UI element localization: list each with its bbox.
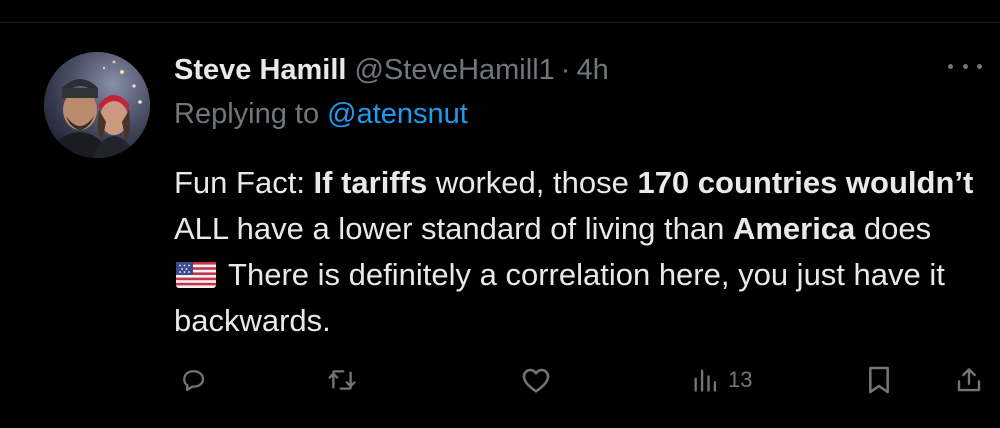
text-segment: does (855, 211, 932, 246)
avatar-photo (44, 52, 150, 158)
text-segment: worked, those (427, 165, 638, 200)
tweet-card: Steve Hamill @SteveHamill1 · 4h Replying… (0, 0, 1000, 428)
text-segment: ALL have a lower standard of living than (174, 211, 733, 246)
heart-icon (522, 368, 550, 393)
top-divider (0, 22, 1000, 23)
like-button[interactable] (520, 358, 552, 402)
views-chart-icon (694, 369, 717, 392)
share-button[interactable] (954, 358, 984, 402)
views-button[interactable]: 13 (690, 358, 752, 402)
bookmark-icon (869, 366, 889, 394)
retweet-icon (328, 370, 356, 390)
tweet-text: Fun Fact: If tariffs worked, those 170 c… (174, 160, 984, 344)
more-dot (948, 63, 953, 69)
avatar[interactable] (44, 52, 150, 158)
replying-to: Replying to @atensnut (174, 98, 468, 131)
more-options-icon[interactable] (948, 56, 982, 76)
reply-button[interactable] (178, 358, 208, 402)
share-icon (957, 368, 981, 392)
more-dot (977, 63, 982, 69)
retweet-button[interactable] (326, 358, 358, 402)
text-bold-segment: 170 countries wouldn’t (637, 165, 974, 200)
replying-to-label: Replying to (174, 98, 320, 130)
reply-icon (183, 370, 205, 392)
text-bold-segment: America (732, 211, 856, 246)
author-handle[interactable]: @SteveHamill1 (354, 54, 554, 87)
header-separator: · (560, 53, 571, 86)
text-segment: There is definitely a correlation here, … (174, 257, 945, 338)
us-flag-icon (176, 262, 216, 288)
views-count: 13 (728, 367, 753, 392)
bookmark-button[interactable] (864, 358, 894, 402)
tweet-timestamp[interactable]: 4h (576, 54, 608, 87)
tweet-header: Steve Hamill @SteveHamill1 · 4h (174, 50, 609, 90)
author-display-name[interactable]: Steve Hamill (174, 54, 346, 87)
more-dot (962, 63, 968, 69)
reply-mention-link[interactable]: @atensnut (327, 98, 468, 130)
text-bold-segment: If tariffs (313, 165, 428, 200)
text-segment: Fun Fact: (174, 165, 314, 200)
tweet-actions: 13 (174, 358, 994, 402)
